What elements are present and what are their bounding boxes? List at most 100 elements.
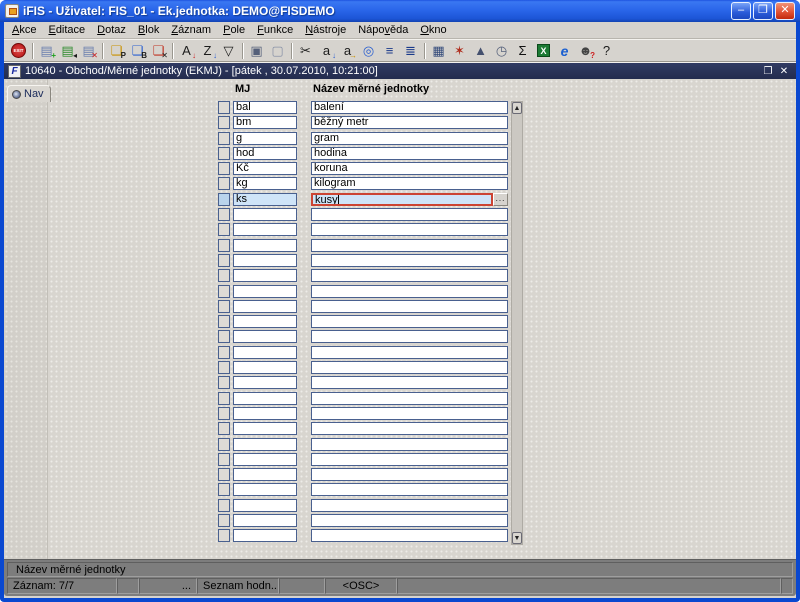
menu-okno[interactable]: Okno [414, 23, 452, 37]
record-indicator[interactable] [218, 253, 230, 267]
name-field[interactable] [311, 391, 508, 405]
name-field[interactable] [311, 269, 508, 283]
record-indicator[interactable] [218, 345, 230, 359]
record-indicator[interactable] [218, 330, 230, 344]
browser-icon[interactable]: e [554, 41, 575, 60]
name-field[interactable] [311, 422, 508, 436]
record-indicator[interactable] [218, 269, 230, 283]
delete-record-icon[interactable]: ▤ ✕ [78, 41, 99, 60]
record-indicator[interactable] [218, 299, 230, 313]
mj-field[interactable]: kg [233, 177, 297, 191]
record-indicator[interactable] [218, 131, 230, 145]
menu-zaznam[interactable]: Záznam [165, 23, 217, 37]
name-field[interactable] [311, 238, 508, 252]
name-field[interactable] [311, 208, 508, 222]
record-indicator[interactable] [218, 452, 230, 466]
menu-dotaz[interactable]: Dotaz [91, 23, 132, 37]
mj-field[interactable]: g [233, 131, 297, 145]
record-indicator[interactable] [218, 406, 230, 420]
mj-field[interactable]: bal [233, 101, 297, 114]
mj-field[interactable]: ks [233, 192, 297, 206]
record-indicator[interactable] [218, 223, 230, 237]
form-restore-button[interactable]: ❐ [760, 66, 776, 77]
list-icon[interactable]: ≡ [379, 41, 400, 60]
mj-field[interactable] [233, 514, 297, 528]
record-indicator[interactable] [218, 361, 230, 375]
field-list-icon[interactable]: a ↓ [316, 41, 337, 60]
record-indicator[interactable] [218, 177, 230, 191]
mj-field[interactable] [233, 315, 297, 329]
cut-icon[interactable]: ✂ [295, 41, 316, 60]
excel-icon[interactable]: X [533, 41, 554, 60]
print-icon[interactable]: ▣ [246, 41, 267, 60]
zoom-document-icon[interactable]: ◎ [358, 41, 379, 60]
mj-field[interactable] [233, 391, 297, 405]
form-close-button[interactable]: ✕ [776, 66, 792, 77]
name-field[interactable] [311, 498, 508, 512]
list-columns-icon[interactable]: ≣ [400, 41, 421, 60]
name-field[interactable]: balení [311, 101, 508, 114]
name-field[interactable] [311, 437, 508, 451]
mj-field[interactable] [233, 223, 297, 237]
sort-ascending-icon[interactable]: A ↓ [176, 41, 197, 60]
organization-icon[interactable]: ▦ [428, 41, 449, 60]
titlebar[interactable]: iFIS - Uživatel: FIS_01 - Ek.jednotka: D… [0, 0, 800, 22]
scroll-up-button[interactable]: ▲ [512, 102, 522, 114]
sum-icon[interactable]: Σ [512, 41, 533, 60]
mj-field[interactable] [233, 483, 297, 497]
sort-descending-icon[interactable]: Z ↓ [197, 41, 218, 60]
name-field[interactable] [311, 514, 508, 528]
mj-field[interactable] [233, 406, 297, 420]
name-field[interactable]: běžný metr [311, 116, 508, 130]
mj-field[interactable] [233, 330, 297, 344]
mj-field[interactable] [233, 361, 297, 375]
name-field[interactable]: koruna [311, 162, 508, 176]
name-field[interactable]: kusy [311, 192, 493, 206]
next-block-icon[interactable]: ❏ B [127, 41, 148, 60]
record-indicator[interactable] [218, 468, 230, 482]
name-field[interactable] [311, 452, 508, 466]
name-field[interactable] [311, 406, 508, 420]
name-field[interactable] [311, 223, 508, 237]
mj-field[interactable] [233, 345, 297, 359]
edit-field-icon[interactable]: a → [337, 41, 358, 60]
record-indicator[interactable] [218, 146, 230, 160]
cancel-operation-icon[interactable]: ❏ ✕ [148, 41, 169, 60]
menu-akce[interactable]: Akce [6, 23, 42, 37]
form-window-titlebar[interactable]: F 10640 - Obchod/Měrné jednotky (EKMJ) -… [4, 62, 796, 79]
record-indicator[interactable] [218, 376, 230, 390]
mj-field[interactable]: Kč [233, 162, 297, 176]
lov-ellipsis-button[interactable]: ... [493, 192, 508, 206]
menu-funkce[interactable]: Funkce [251, 23, 299, 37]
record-indicator[interactable] [218, 422, 230, 436]
record-indicator[interactable] [218, 192, 230, 206]
maximize-button[interactable]: ❐ [753, 2, 773, 20]
close-button[interactable]: ✕ [775, 2, 795, 20]
name-field[interactable] [311, 299, 508, 313]
mj-field[interactable] [233, 253, 297, 267]
mj-field[interactable] [233, 238, 297, 252]
mj-field[interactable]: hod [233, 146, 297, 160]
name-field[interactable] [311, 284, 508, 298]
name-field[interactable] [311, 253, 508, 267]
menu-blok[interactable]: Blok [132, 23, 165, 37]
name-field[interactable] [311, 529, 508, 543]
mj-field[interactable] [233, 299, 297, 313]
name-field[interactable]: hodina [311, 146, 508, 160]
mj-field[interactable] [233, 208, 297, 222]
help-icon[interactable]: ? [596, 41, 617, 60]
name-field[interactable] [311, 376, 508, 390]
record-indicator[interactable] [218, 483, 230, 497]
mj-field[interactable] [233, 529, 297, 543]
mj-field[interactable] [233, 376, 297, 390]
menu-pole[interactable]: Pole [217, 23, 251, 37]
name-field[interactable] [311, 345, 508, 359]
mj-field[interactable] [233, 422, 297, 436]
record-indicator[interactable] [218, 514, 230, 528]
links-icon[interactable]: ✶ [449, 41, 470, 60]
record-indicator[interactable] [218, 437, 230, 451]
record-indicator[interactable] [218, 284, 230, 298]
menu-editace[interactable]: Editace [42, 23, 91, 37]
mj-field[interactable] [233, 468, 297, 482]
name-field[interactable]: kilogram [311, 177, 508, 191]
